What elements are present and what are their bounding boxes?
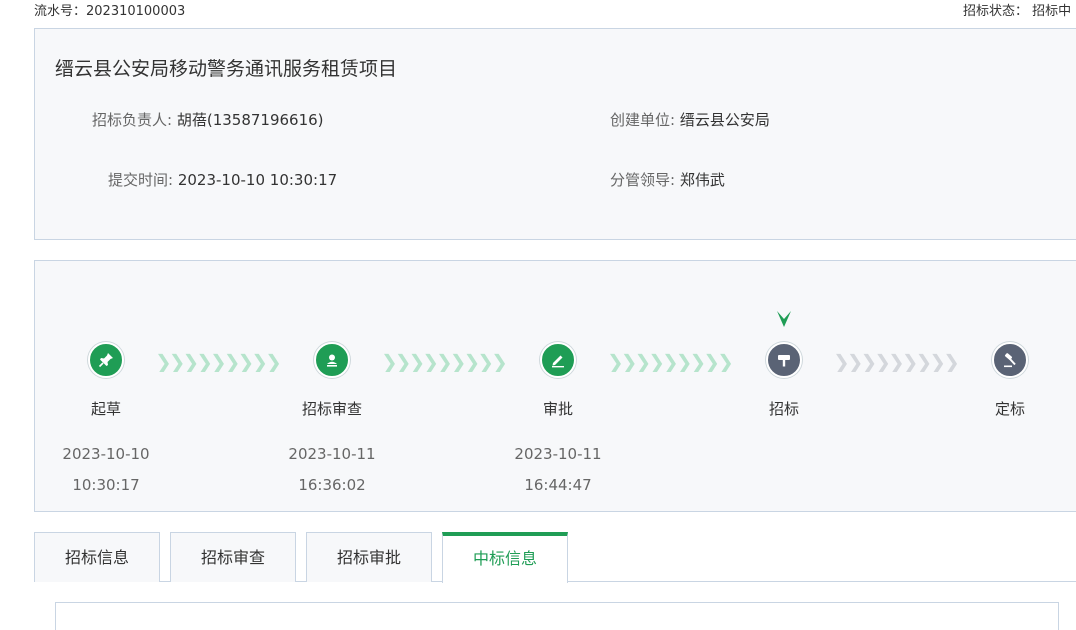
step-name: 招标: [768, 400, 799, 418]
submit-time-label: 提交时间:: [108, 171, 174, 189]
project-info-panel: 缙云县公安局移动警务通讯服务租赁项目 招标负责人: 胡蓓(13587196616…: [34, 28, 1076, 240]
serial-number: 流水号：202310100003: [34, 0, 185, 19]
arrow-connector: ❯❯❯❯❯❯❯❯❯❯: [833, 350, 959, 372]
arrow-connector: ❯❯❯❯❯❯❯❯❯❯: [381, 350, 507, 372]
tab-bid-approval[interactable]: 招标审批: [306, 532, 432, 582]
bid-status: 招标状态： 招标中: [963, 0, 1071, 19]
user-stamp-icon: [314, 342, 350, 378]
step-name: 定标: [994, 400, 1025, 418]
pencil-icon: [540, 342, 576, 378]
leader-field: 分管领导: 郑伟武: [610, 169, 725, 190]
owner-value: 胡蓓(13587196616): [176, 111, 324, 129]
workflow-progress-panel: 起草 2023-10-10 10:30:17 ❯❯❯❯❯❯❯❯❯❯ 招标审查 2…: [34, 260, 1076, 512]
step-time: 16:44:47: [524, 476, 592, 494]
step-name: 招标审查: [301, 400, 362, 418]
serial-label: 流水号：: [34, 4, 87, 19]
top-bar: 流水号：202310100003 招标状态： 招标中: [0, 0, 1076, 19]
detail-tabs: 招标信息 招标审查 招标审批 中标信息: [34, 531, 1076, 583]
current-step-marker-icon: [777, 311, 791, 327]
owner-label: 招标负责人:: [92, 111, 173, 129]
org-label: 创建单位:: [610, 111, 676, 129]
step-name: 审批: [542, 400, 573, 418]
submit-time-field: 提交时间: 2023-10-10 10:30:17: [108, 169, 337, 190]
arrow-connector: ❯❯❯❯❯❯❯❯❯❯: [607, 350, 733, 372]
leader-label: 分管领导:: [610, 171, 676, 189]
tab-award-info[interactable]: 中标信息: [442, 532, 568, 583]
status-label: 招标状态：: [963, 4, 1029, 19]
hammer-icon: [766, 342, 802, 378]
step-time: 10:30:17: [72, 476, 140, 494]
step-time: 16:36:02: [298, 476, 366, 494]
pin-icon: [88, 342, 124, 378]
tab-bid-review[interactable]: 招标审查: [170, 532, 296, 582]
owner-field: 招标负责人: 胡蓓(13587196616): [92, 109, 324, 130]
submit-time-value: 2023-10-10 10:30:17: [177, 171, 338, 189]
project-title: 缙云县公安局移动警务通讯服务租赁项目: [55, 58, 398, 80]
award-info-content: [55, 602, 1059, 630]
org-value: 缙云县公安局: [679, 111, 770, 129]
status-value: 招标中: [1032, 4, 1072, 19]
serial-value: 202310100003: [86, 4, 186, 19]
arrow-connector: ❯❯❯❯❯❯❯❯❯❯: [155, 350, 281, 372]
step-name: 起草: [90, 400, 121, 418]
tab-bid-info[interactable]: 招标信息: [34, 532, 160, 582]
step-date: 2023-10-11: [514, 445, 602, 463]
leader-value: 郑伟武: [679, 171, 725, 189]
gavel-icon: [992, 342, 1028, 378]
org-field: 创建单位: 缙云县公安局: [610, 109, 770, 130]
step-date: 2023-10-10: [62, 445, 150, 463]
step-date: 2023-10-11: [288, 445, 376, 463]
